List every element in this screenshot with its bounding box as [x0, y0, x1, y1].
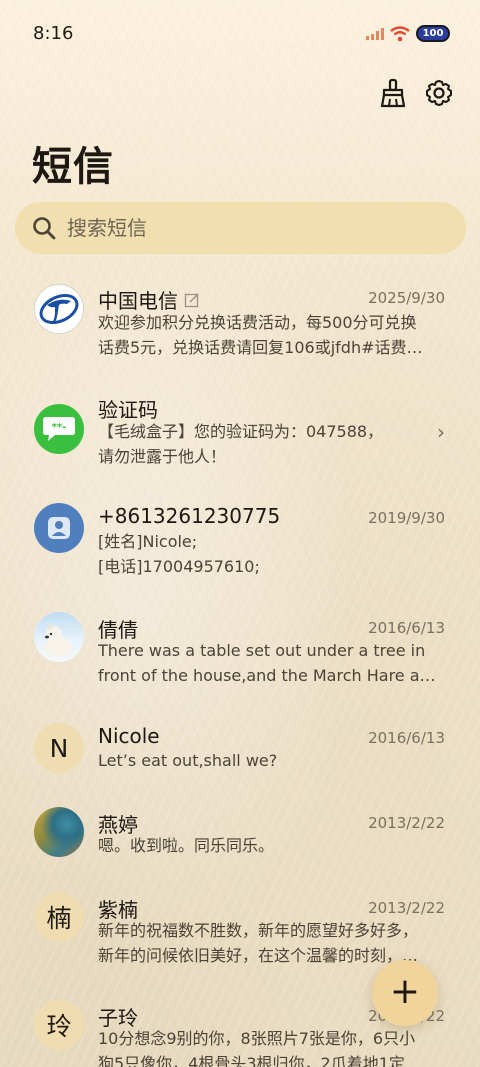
- status-icons: 100: [366, 25, 450, 42]
- preview-line-2: front of the house,and the March Hare an…: [98, 666, 443, 685]
- status-time: 8:16: [33, 23, 74, 44]
- person-icon: [34, 503, 84, 553]
- contact-name: +8613261230775: [98, 504, 281, 528]
- avatar: 玲: [34, 1000, 84, 1050]
- message-date: 2025/9/30: [368, 289, 445, 307]
- message-preview: 新年的祝福数不胜数，新年的愿望好多好多， 新年的问候依旧美好，在这个温馨的时刻，…: [98, 918, 443, 968]
- plus-icon: +: [389, 971, 421, 1012]
- gear-icon[interactable]: [424, 78, 454, 108]
- polar-bear-photo: [34, 612, 84, 662]
- preview-line-1: 10分想念9别的你，8张照片7张是你，6只小: [98, 1029, 416, 1048]
- message-date: 2019/9/30: [368, 509, 445, 527]
- landscape-photo: [34, 807, 84, 857]
- preview-line-1: 嗯。收到啦。同乐同乐。: [98, 836, 275, 855]
- message-preview: 10分想念9别的你，8张照片7张是你，6只小 狗5只像你，4根骨头3根归你，2爪…: [98, 1026, 443, 1067]
- message-date: 2016/6/13: [368, 729, 445, 747]
- preview-line-1: Let’s eat out,shall we?: [98, 751, 278, 770]
- message-preview: 欢迎参加积分兑换话费活动，每500分可兑换 话费5元，兑换话费请回复106或jf…: [98, 310, 443, 360]
- svg-text:**-: **-: [52, 422, 67, 433]
- search-input[interactable]: [67, 216, 427, 240]
- edit-icon: [184, 293, 199, 307]
- message-preview: 嗯。收到啦。同乐同乐。: [98, 833, 443, 858]
- top-actions: [378, 78, 454, 108]
- avatar: N: [34, 723, 84, 773]
- conversation-row[interactable]: **- 验证码 【毛绒盒子】您的验证码为：047588， 请勿泄露于他人！ ›: [0, 382, 480, 482]
- message-preview: [姓名]Nicole; [电话]17004957610;: [98, 529, 443, 579]
- preview-line-2: 话费5元，兑换话费请回复106或jfdh#话费…: [98, 338, 423, 357]
- search-icon: [33, 217, 56, 240]
- chevron-right-icon: ›: [437, 420, 445, 444]
- battery-indicator: 100: [416, 25, 450, 42]
- preview-line-1: 欢迎参加积分兑换话费活动，每500分可兑换: [98, 313, 417, 332]
- conversation-row[interactable]: +8613261230775 2019/9/30 [姓名]Nicole; [电话…: [0, 492, 480, 592]
- preview-line-2: 狗5只像你，4根骨头3根归你，2爪着地1定…: [98, 1054, 421, 1067]
- new-message-button[interactable]: +: [372, 960, 438, 1026]
- contact-name: Nicole: [98, 724, 160, 748]
- page-title: 短信: [32, 144, 114, 190]
- message-date: 2013/2/22: [368, 814, 445, 832]
- preview-line-1: There was a table set out under a tree i…: [98, 641, 426, 660]
- preview-line-1: 新年的祝福数不胜数，新年的愿望好多好多，: [98, 921, 419, 940]
- china-telecom-logo: [34, 284, 84, 334]
- preview-line-1: 【毛绒盒子】您的验证码为：047588，: [98, 422, 384, 441]
- conversation-row[interactable]: 燕婷 2013/2/22 嗯。收到啦。同乐同乐。: [0, 797, 480, 877]
- preview-line-2: [电话]17004957610;: [98, 557, 260, 576]
- message-preview: 【毛绒盒子】您的验证码为：047588， 请勿泄露于他人！: [98, 419, 443, 469]
- wifi-icon: [390, 25, 410, 41]
- preview-line-2: 请勿泄露于他人！: [98, 447, 227, 466]
- avatar: 楠: [34, 892, 84, 942]
- message-preview: There was a table set out under a tree i…: [98, 638, 443, 688]
- message-date: 2013/2/22: [368, 899, 445, 917]
- message-bubble-icon: **-: [34, 404, 84, 454]
- preview-line-1: [姓名]Nicole;: [98, 532, 198, 551]
- message-preview: Let’s eat out,shall we?: [98, 748, 443, 773]
- broom-icon[interactable]: [378, 78, 408, 108]
- signal-icon: [366, 27, 384, 40]
- status-bar: 8:16 100: [0, 0, 480, 68]
- conversation-row[interactable]: 倩倩 2016/6/13 There was a table set out u…: [0, 602, 480, 702]
- search-bar[interactable]: [15, 202, 466, 254]
- conversation-row[interactable]: 中国电信 2025/9/30 欢迎参加积分兑换话费活动，每500分可兑换 话费5…: [0, 272, 480, 372]
- message-date: 2016/6/13: [368, 619, 445, 637]
- conversation-row[interactable]: N Nicole 2016/6/13 Let’s eat out,shall w…: [0, 712, 480, 792]
